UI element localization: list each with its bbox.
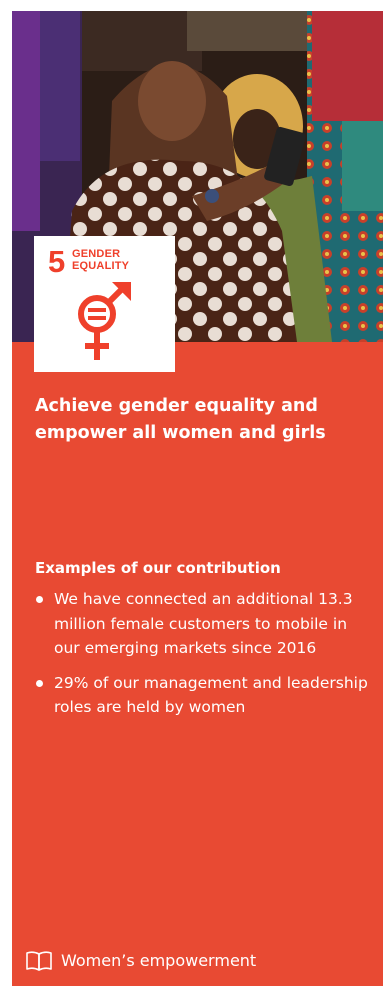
contribution-heading: Examples of our contribution <box>35 559 281 577</box>
bullet-icon <box>36 679 43 687</box>
list-item: 29% of our management and leadership rol… <box>35 671 373 720</box>
womens-empowerment-link-label[interactable]: Women’s empowerment <box>61 949 256 973</box>
list-item-text: We have connected an additional 13.3 mil… <box>54 590 353 657</box>
bullet-icon <box>36 596 43 603</box>
gender-equality-icon <box>78 282 131 360</box>
womens-empowerment-link[interactable]: Women’s empowerment <box>25 949 256 973</box>
book-icon <box>26 951 52 971</box>
sdg-goal-label-line2: EQUALITY <box>72 260 130 272</box>
contribution-list: We have connected an additional 13.3 mil… <box>35 587 373 730</box>
list-item-text: 29% of our management and leadership rol… <box>54 673 368 717</box>
sdg-goal-badge: 5 GENDER EQUALITY <box>34 236 175 372</box>
sdg-card: 5 GENDER EQUALITY Achieve gender equalit… <box>12 11 383 986</box>
sdg-goal-number: 5 <box>48 244 66 279</box>
list-item: We have connected an additional 13.3 mil… <box>35 587 373 661</box>
goal-title: Achieve gender equality and empower all … <box>35 396 326 443</box>
sdg-goal-label: GENDER EQUALITY <box>72 248 129 272</box>
sdg-goal-label-line1: GENDER <box>72 248 121 260</box>
